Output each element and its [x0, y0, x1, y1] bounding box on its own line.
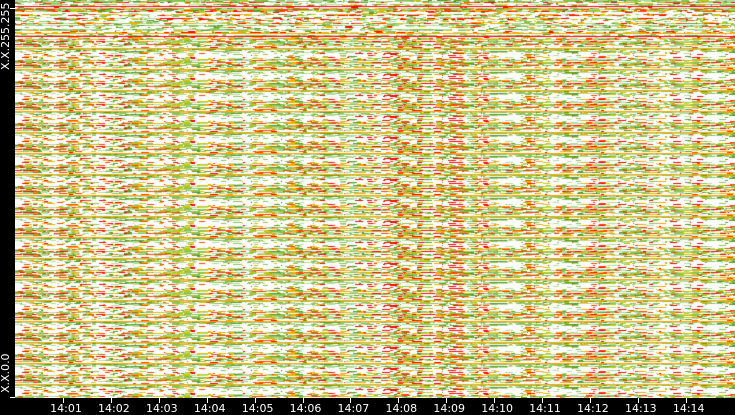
x-tick-label: 14:13 — [624, 402, 657, 415]
x-tick-label: 14:14 — [672, 402, 705, 415]
heatmap-plot-area — [15, 0, 735, 398]
x-tick-label: 14:11 — [529, 402, 561, 415]
x-tick-label: 14:12 — [577, 402, 609, 415]
x-tick-label: 14:02 — [98, 402, 130, 415]
x-tick-label: 14:09 — [433, 402, 466, 415]
y-tick-bottom — [10, 397, 15, 398]
y-tick-label-top: X.X.255.255 — [0, 2, 12, 70]
heatmap-chart: X.X.255.255 X.X.0.0 14:01 14:02 14:03 14:04… — [0, 0, 735, 415]
x-tick-label: 14:04 — [193, 402, 226, 415]
x-tick-label: 14:03 — [145, 402, 178, 415]
x-tick-label: 14:08 — [385, 402, 418, 415]
x-tick-label: 14:05 — [241, 402, 274, 415]
x-tick-label: 14:10 — [481, 402, 513, 415]
x-tick-label: 14:06 — [289, 402, 322, 415]
y-tick-label-bottom: X.X.0.0 — [0, 353, 12, 393]
x-tick-label: 14:01 — [50, 402, 82, 415]
x-tick-label: 14:07 — [337, 402, 370, 415]
